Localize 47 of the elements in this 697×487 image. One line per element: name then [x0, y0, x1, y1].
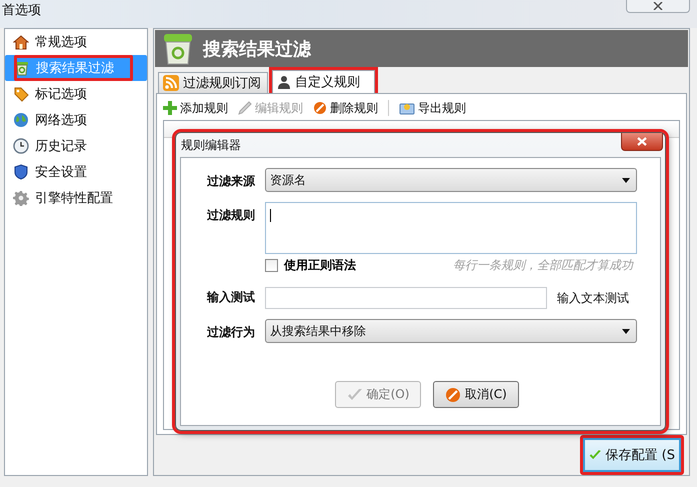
sidebar-item[interactable]: 网络选项 [5, 107, 147, 133]
sidebar-item[interactable]: 标记选项 [5, 81, 147, 107]
field-label: 过滤行为 [206, 324, 256, 341]
panel-title: 搜索结果过滤 [203, 38, 311, 60]
toolbar-button[interactable]: 添加规则 [163, 100, 228, 116]
trash-can-icon [163, 32, 193, 64]
gear-icon [13, 190, 29, 206]
check-icon [346, 388, 363, 402]
close-button[interactable] [621, 133, 663, 151]
dropdown-arrow-icon [622, 178, 630, 182]
trash-can-icon [14, 60, 30, 76]
dropdown[interactable]: 资源名 [265, 168, 637, 192]
tab[interactable]: 自定义规则 [272, 70, 375, 93]
no-entry-icon [445, 386, 462, 402]
dropdown[interactable]: 从搜索结果中移除 [265, 319, 637, 343]
regex-checkbox[interactable]: 使用正则语法 [265, 256, 356, 274]
hint-text: 每行一条规则，全部匹配才算成功 [453, 256, 635, 274]
rss-icon [163, 75, 179, 91]
shield-icon [13, 164, 29, 180]
save-button[interactable]: 保存配置 (S [580, 435, 684, 475]
dialog-button[interactable]: 取消(C) [433, 381, 519, 408]
person-icon [277, 75, 291, 89]
window-title: 首选项 [1, 2, 41, 19]
sidebar-item[interactable]: 常规选项 [5, 29, 147, 55]
sidebar-item[interactable]: 引擎特性配置 [5, 185, 147, 211]
toolbar-button[interactable]: 导出规则 [399, 100, 466, 116]
close-button[interactable] [626, 0, 690, 13]
globe-icon [13, 112, 29, 128]
plus-icon [163, 101, 177, 115]
tag-icon [13, 86, 29, 102]
dropdown-arrow-icon [622, 328, 630, 334]
dialog-title: 规则编辑器 [181, 136, 241, 154]
tab[interactable]: 过滤规则订阅 [158, 72, 268, 93]
sidebar-item[interactable]: 安全设置 [5, 159, 147, 185]
pencil-icon [238, 101, 252, 115]
field-label: 输入测试 [206, 289, 256, 306]
input-note: 输入文本测试 [557, 290, 629, 306]
no-entry-icon [313, 101, 327, 115]
field-label: 过滤来源 [206, 173, 256, 190]
test-input-field[interactable] [265, 287, 547, 309]
house-icon [13, 34, 29, 50]
toolbar-button[interactable]: 删除规则 [313, 100, 378, 116]
sidebar-item[interactable]: 历史记录 [5, 133, 147, 159]
clock-icon [13, 138, 29, 154]
field-label: 过滤规则 [206, 207, 256, 224]
close-icon [636, 137, 648, 146]
close-icon [652, 2, 664, 10]
